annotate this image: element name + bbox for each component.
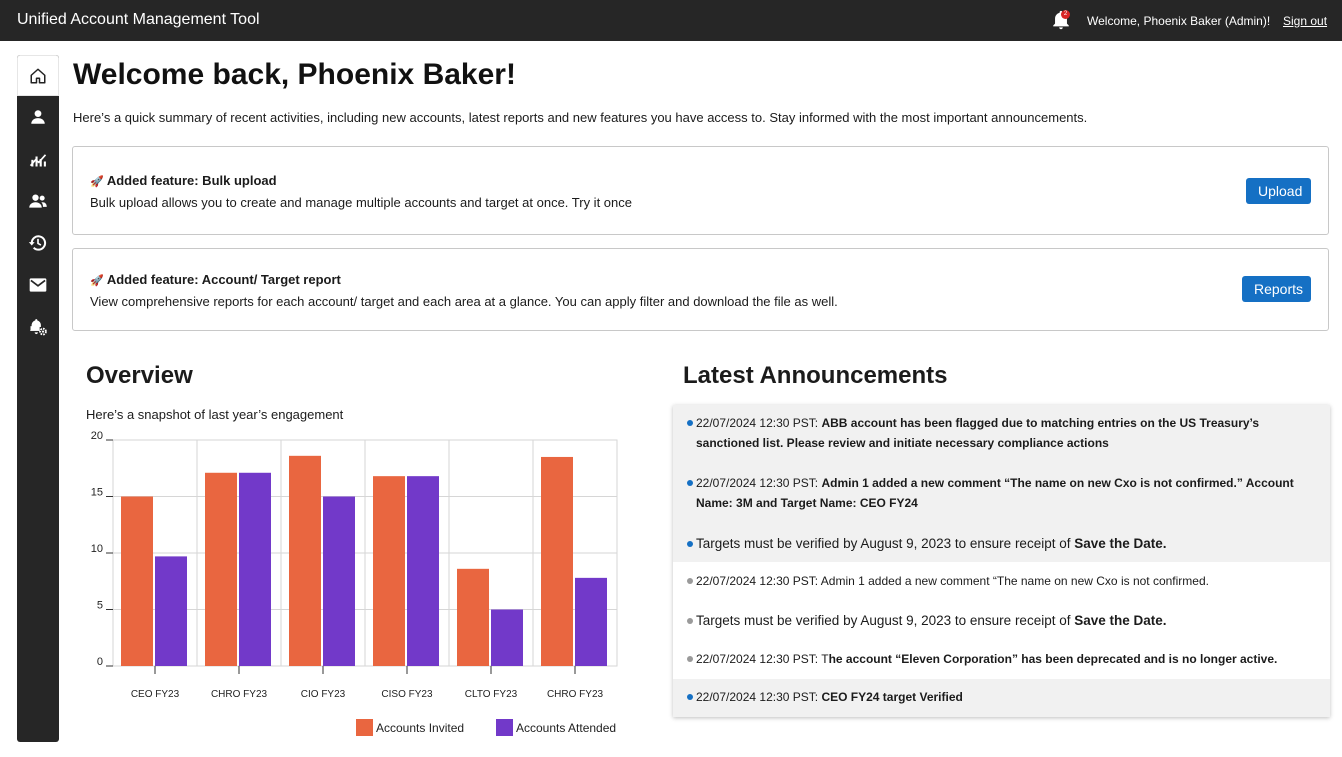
- bar-accounts-invited: [289, 455, 321, 666]
- announcement-item[interactable]: Targets must be verified by August 9, 20…: [673, 610, 1330, 634]
- analytics-icon: [29, 154, 47, 167]
- sidebar-item-home[interactable]: [17, 55, 59, 96]
- reports-button[interactable]: Reports: [1242, 276, 1311, 302]
- y-tick-label: 5: [97, 600, 103, 612]
- sign-out-link[interactable]: Sign out: [1283, 14, 1327, 28]
- sidebar-item-groups[interactable]: [17, 184, 59, 218]
- feature-title: 🚀 Added feature: Account/ Target report: [90, 272, 341, 287]
- page-title: Welcome back, Phoenix Baker!: [73, 58, 516, 91]
- announcement-item[interactable]: 22/07/2024 12:30 PST: Admin 1 added a ne…: [673, 571, 1330, 593]
- y-tick-label: 10: [91, 543, 103, 555]
- feature-card-report: 🚀 Added feature: Account/ Target report …: [72, 248, 1329, 331]
- rocket-icon: 🚀: [90, 275, 104, 287]
- sidebar-item-history[interactable]: [17, 226, 59, 260]
- bar-accounts-attended: [407, 476, 439, 666]
- sidebar-item-mail[interactable]: [17, 268, 59, 302]
- y-tick-label: 15: [91, 487, 103, 499]
- notification-settings-icon: [30, 319, 47, 336]
- sidebar-item-analytics[interactable]: [17, 142, 59, 176]
- bar-accounts-invited: [205, 472, 237, 666]
- y-tick-label: 20: [91, 430, 103, 442]
- unread-dot-icon: [687, 541, 693, 547]
- announcements-panel: 22/07/2024 12:30 PST: ABB account has be…: [673, 405, 1330, 717]
- group-icon: [29, 194, 47, 208]
- top-bar: Unified Account Management Tool 2 Welcom…: [0, 0, 1342, 41]
- sidebar-item-profile[interactable]: [17, 100, 59, 134]
- announcement-item[interactable]: Targets must be verified by August 9, 20…: [673, 533, 1330, 557]
- welcome-user-text: Welcome, Phoenix Baker (Admin)!: [1087, 14, 1271, 28]
- person-icon: [31, 110, 45, 124]
- mail-icon: [29, 278, 47, 292]
- announcement-item[interactable]: 22/07/2024 12:30 PST: CEO FY24 target Ve…: [673, 687, 1330, 709]
- x-tick-label: CIO FY23: [301, 689, 346, 700]
- sidebar: [17, 55, 59, 742]
- home-icon: [30, 68, 46, 83]
- history-icon: [28, 235, 47, 251]
- feature-description: View comprehensive reports for each acco…: [90, 294, 838, 309]
- read-dot-icon: [687, 618, 693, 624]
- feature-card-bulk-upload: 🚀 Added feature: Bulk upload Bulk upload…: [72, 146, 1329, 235]
- rocket-icon: 🚀: [90, 176, 104, 188]
- overview-heading: Overview: [86, 362, 193, 389]
- legend-label: Accounts Invited: [376, 721, 464, 735]
- bar-accounts-invited: [457, 568, 489, 666]
- bar-accounts-attended: [239, 472, 271, 666]
- app-title: Unified Account Management Tool: [17, 11, 260, 28]
- engagement-bar-chart: 0 5 10 15 20 CEO FY23 CHRO FY23 CIO FY23 CISO FY…: [91, 430, 618, 736]
- upload-button[interactable]: Upload: [1246, 178, 1311, 204]
- read-dot-icon: [687, 578, 693, 584]
- announcements-heading: Latest Announcements: [683, 362, 948, 389]
- x-tick-label: CHRO FY23: [547, 689, 604, 700]
- overview-subheading: Here’s a snapshot of last year’s engagem…: [86, 407, 344, 422]
- announcement-item[interactable]: 22/07/2024 12:30 PST: The account “Eleve…: [673, 649, 1330, 671]
- legend-swatch: [356, 719, 373, 736]
- announcement-item[interactable]: 22/07/2024 12:30 PST: Admin 1 added a ne…: [673, 472, 1330, 516]
- x-tick-label: CHRO FY23: [211, 689, 268, 700]
- bar-accounts-invited: [373, 476, 405, 666]
- read-dot-icon: [687, 656, 693, 662]
- bar-accounts-invited: [121, 496, 153, 666]
- notification-badge: 2: [1061, 10, 1070, 19]
- x-tick-label: CLTO FY23: [465, 689, 518, 700]
- legend-swatch: [496, 719, 513, 736]
- unread-dot-icon: [687, 480, 693, 486]
- sidebar-item-notification-settings[interactable]: [17, 310, 59, 344]
- legend-label: Accounts Attended: [516, 721, 616, 735]
- bar-accounts-invited: [541, 456, 573, 666]
- bar-accounts-attended: [323, 496, 355, 666]
- bar-accounts-attended: [575, 577, 607, 666]
- unread-dot-icon: [687, 420, 693, 426]
- bar-accounts-attended: [155, 556, 187, 666]
- x-tick-label: CEO FY23: [131, 689, 180, 700]
- feature-description: Bulk upload allows you to create and man…: [90, 195, 632, 210]
- x-tick-label: CISO FY23: [381, 689, 433, 700]
- unread-dot-icon: [687, 694, 693, 700]
- page-intro: Here’s a quick summary of recent activit…: [73, 110, 1088, 125]
- bar-accounts-attended: [491, 609, 523, 666]
- announcement-item[interactable]: 22/07/2024 12:30 PST: ABB account has be…: [673, 412, 1330, 456]
- y-tick-label: 0: [97, 656, 103, 668]
- feature-title: 🚀 Added feature: Bulk upload: [90, 173, 277, 188]
